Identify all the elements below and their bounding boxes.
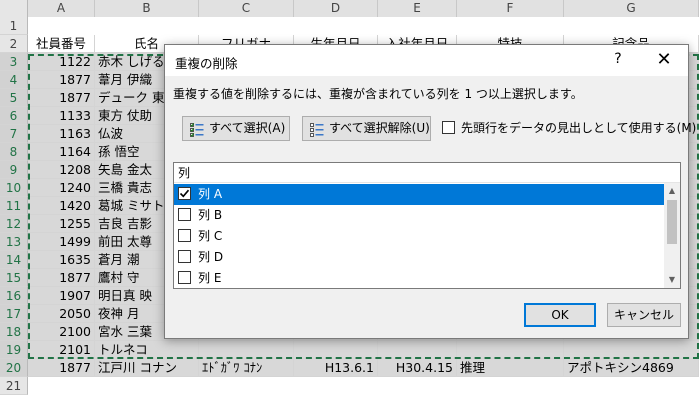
cell-e20[interactable]: H30.4.15 (378, 359, 457, 377)
row-header-4[interactable]: 4 (0, 71, 28, 89)
cell-a14[interactable]: 1635 (28, 251, 95, 269)
column-list-item-label: 列 A (198, 187, 223, 201)
cell-e19[interactable] (378, 341, 457, 359)
close-icon[interactable]: ✕ (654, 49, 674, 70)
cell-a9[interactable]: 1208 (28, 161, 95, 179)
dialog-description: 重複する値を削除するには、重複が含まれている列を 1 つ以上選択します。 (173, 87, 583, 101)
column-header-e[interactable]: E (378, 0, 457, 17)
cell-b19[interactable]: トルネコ (95, 341, 199, 359)
column-list[interactable]: 列 列 A 列 B 列 C 列 D 列 E ▲ ▼ (173, 162, 681, 289)
column-list-item[interactable]: 列 B (174, 205, 665, 226)
column-header-a[interactable]: A (28, 0, 95, 17)
cell-a11[interactable]: 1420 (28, 197, 95, 215)
header-row-option[interactable]: 先頭行をデータの見出しとして使用する(M) (442, 117, 696, 139)
cell-b20[interactable]: 江戸川 コナン (95, 359, 199, 377)
row-header-3[interactable]: 3 (0, 53, 28, 71)
cell-a16[interactable]: 1907 (28, 287, 95, 305)
column-header-c[interactable]: C (199, 0, 294, 17)
cell-a13[interactable]: 1499 (28, 233, 95, 251)
row-header-16[interactable]: 16 (0, 287, 28, 305)
column-list-item[interactable]: 列 C (174, 226, 665, 247)
row-header-10[interactable]: 10 (0, 179, 28, 197)
column-header-b[interactable]: B (95, 0, 199, 17)
cell-a18[interactable]: 2100 (28, 323, 95, 341)
column-list-item[interactable]: 列 E (174, 268, 665, 289)
row-header-6[interactable]: 6 (0, 107, 28, 125)
cancel-button[interactable]: キャンセル (607, 303, 681, 327)
cell-a7[interactable]: 1163 (28, 125, 95, 143)
column-checkbox[interactable] (178, 250, 191, 263)
row-header-19[interactable]: 19 (0, 341, 28, 359)
cell-c19[interactable] (199, 341, 294, 359)
select-all-label: すべて選択(A) (209, 121, 286, 135)
select-all-corner[interactable] (0, 0, 28, 17)
dialog-titlebar: 重複の削除 ? ✕ (165, 45, 688, 76)
row-header-17[interactable]: 17 (0, 305, 28, 323)
ok-button[interactable]: OK (524, 303, 596, 327)
cell-a6[interactable]: 1133 (28, 107, 95, 125)
cell-d19[interactable] (294, 341, 378, 359)
select-all-button[interactable]: すべて選択(A) (182, 116, 290, 141)
cell-f20[interactable]: 推理 (457, 359, 564, 377)
unselect-all-button[interactable]: すべて選択解除(U) (302, 116, 431, 141)
column-list-item-label: 列 D (198, 250, 224, 264)
column-checkbox[interactable] (178, 229, 191, 242)
column-list-header: 列 (174, 163, 680, 183)
cell-a15[interactable]: 1877 (28, 269, 95, 287)
row-header-21[interactable]: 21 (0, 377, 28, 395)
row-header-13[interactable]: 13 (0, 233, 28, 251)
row-header-5[interactable]: 5 (0, 89, 28, 107)
row-header-15[interactable]: 15 (0, 269, 28, 287)
cell-a17[interactable]: 2050 (28, 305, 95, 323)
column-header-f[interactable]: F (457, 0, 564, 17)
dialog-title: 重複の削除 (175, 56, 238, 71)
scrollbar-thumb[interactable] (667, 200, 677, 244)
row-header-12[interactable]: 12 (0, 215, 28, 233)
cell-a5[interactable]: 1877 (28, 89, 95, 107)
cell-a10[interactable]: 1240 (28, 179, 95, 197)
help-icon[interactable]: ? (610, 51, 626, 67)
header-row-checkbox[interactable] (442, 121, 455, 134)
column-list-item-label: 列 E (198, 271, 222, 285)
cell-d20[interactable]: H13.6.1 (294, 359, 378, 377)
cell-a4[interactable]: 1877 (28, 71, 95, 89)
column-checkbox[interactable] (178, 208, 191, 221)
column-list-item[interactable]: 列 D (174, 247, 665, 268)
header-row-checkbox-label: 先頭行をデータの見出しとして使用する(M) (461, 121, 697, 135)
unchecklist-icon (310, 122, 324, 137)
row-header-7[interactable]: 7 (0, 125, 28, 143)
unselect-all-label: すべて選択解除(U) (329, 121, 430, 135)
cell-g19[interactable] (564, 341, 699, 359)
row-header-1[interactable]: 1 (0, 17, 28, 35)
column-checkbox[interactable] (178, 271, 191, 284)
scroll-down-icon[interactable]: ▼ (664, 272, 680, 288)
check-icon (179, 189, 190, 198)
row-header-18[interactable]: 18 (0, 323, 28, 341)
cell-a3[interactable]: 1122 (28, 53, 95, 71)
cell-c20[interactable]: ｴﾄﾞｶﾞﾜ ｺﾅﾝ (199, 359, 294, 377)
row-header-20[interactable]: 20 (0, 359, 28, 377)
cell-a2[interactable]: 社員番号 (28, 35, 95, 53)
list-scrollbar[interactable]: ▲ ▼ (664, 183, 680, 288)
cell-a20[interactable]: 1877 (28, 359, 95, 377)
cell-a12[interactable]: 1255 (28, 215, 95, 233)
cell-g20[interactable]: アポトキシン4869 (564, 359, 699, 377)
row-header-2[interactable]: 2 (0, 35, 28, 53)
scroll-up-icon[interactable]: ▲ (664, 183, 680, 199)
column-checkbox[interactable] (178, 187, 191, 200)
row-header-8[interactable]: 8 (0, 143, 28, 161)
remove-duplicates-dialog: 重複の削除 ? ✕ 重複する値を削除するには、重複が含まれている列を 1 つ以上… (164, 44, 696, 339)
row-header-9[interactable]: 9 (0, 161, 28, 179)
cell-f19[interactable] (457, 341, 564, 359)
column-list-item-label: 列 B (198, 208, 223, 222)
checklist-icon (190, 122, 204, 137)
column-header-d[interactable]: D (294, 0, 378, 17)
column-header-g[interactable]: G (564, 0, 699, 17)
row-header-14[interactable]: 14 (0, 251, 28, 269)
row-header-11[interactable]: 11 (0, 197, 28, 215)
column-list-item[interactable]: 列 A (174, 184, 665, 205)
column-list-item-label: 列 C (198, 229, 223, 243)
cell-a19[interactable]: 2101 (28, 341, 95, 359)
cell-a8[interactable]: 1164 (28, 143, 95, 161)
